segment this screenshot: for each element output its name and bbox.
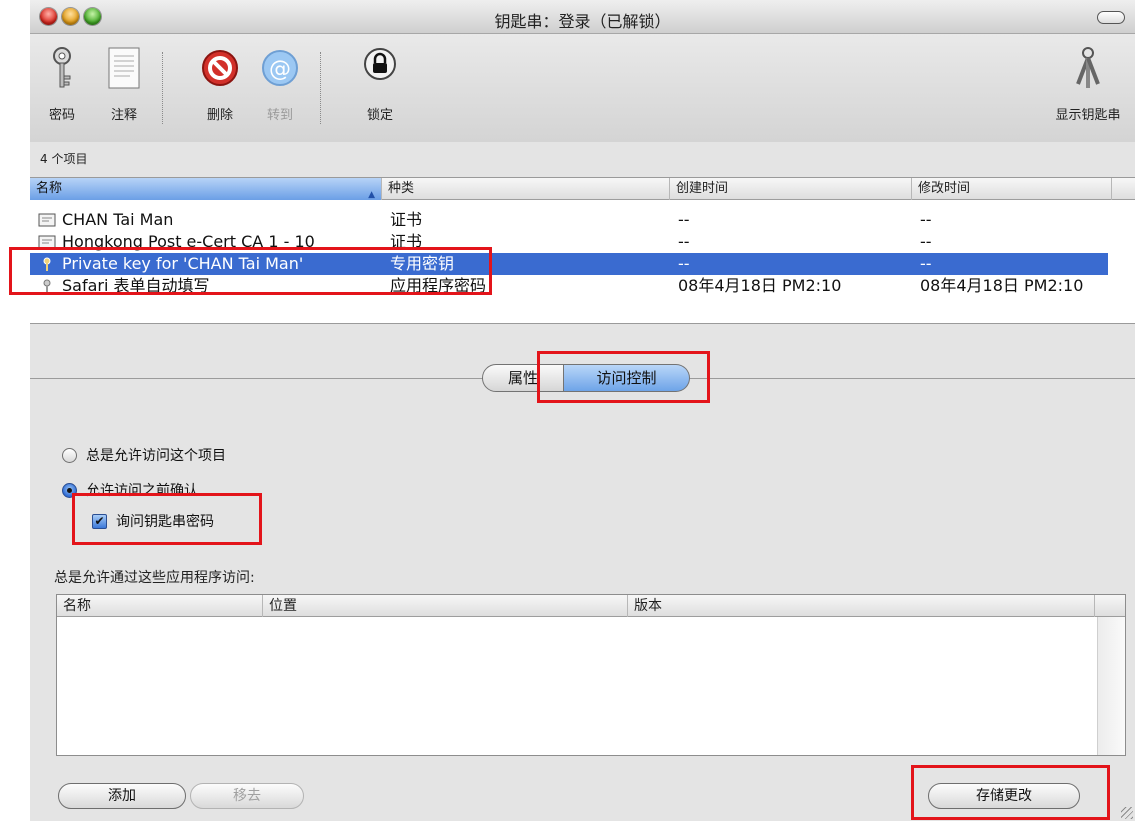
table-row[interactable]: Hongkong Post e-Cert CA 1 - 10 证书 -- --	[30, 231, 1108, 253]
item-created: --	[678, 232, 690, 251]
sort-ascending-icon: ▲	[368, 190, 375, 200]
title-bar: 钥匙串：登录（已解锁）	[30, 0, 1135, 34]
items-table: 名称 ▲ 种类 创建时间 修改时间 CHAN Tai Man 证书 -- --	[30, 177, 1135, 324]
goto-label: 转到	[266, 108, 293, 123]
lock-label: 锁定	[366, 108, 393, 123]
lock-button[interactable]: 锁定	[350, 46, 410, 123]
certificate-icon	[38, 235, 56, 249]
item-name: Hongkong Post e-Cert CA 1 - 10	[62, 232, 315, 251]
password-label: 密码	[48, 108, 75, 123]
tab-attributes[interactable]: 属性	[482, 364, 564, 392]
note-button[interactable]: 注释	[94, 46, 154, 123]
column-header-kind[interactable]: 种类	[382, 178, 670, 200]
delete-icon	[202, 50, 238, 86]
item-name: Safari 表单自动填写	[62, 276, 210, 295]
svg-text:@: @	[269, 57, 291, 82]
confirm-before-label: 允许访问之前确认	[86, 483, 198, 499]
item-created: 08年4月18日 PM2:10	[678, 276, 842, 295]
goto-button: @ 转到	[250, 46, 310, 123]
password-button[interactable]: 密码	[32, 46, 92, 123]
show-keychains-label: 显示钥匙串	[1055, 108, 1121, 123]
confirm-before-radio[interactable]	[62, 482, 77, 498]
at-icon: @	[262, 50, 298, 86]
toolbar-separator	[162, 52, 163, 124]
toolbar: 密码 注释 删除 @ 转到 锁定 显示钥匙串	[30, 34, 1135, 142]
apps-table-header: 名称 位置 版本	[57, 595, 1125, 617]
resize-grip[interactable]	[1121, 807, 1133, 819]
table-row[interactable]: Safari 表单自动填写 应用程序密码 08年4月18日 PM2:10 08年…	[30, 275, 1108, 297]
confirm-before-option[interactable]: 允许访问之前确认	[62, 480, 198, 500]
always-allow-label: 总是允许访问这个项目	[86, 448, 226, 464]
always-allow-radio[interactable]	[62, 447, 77, 463]
column-header-name[interactable]: 名称 ▲	[30, 178, 382, 200]
item-name: Private key for 'CHAN Tai Man'	[62, 254, 304, 273]
apps-column-name[interactable]: 名称	[57, 595, 263, 617]
keys-icon	[1076, 47, 1100, 88]
apps-scrollbar[interactable]	[1097, 617, 1125, 755]
items-count: 4 个项目	[40, 152, 88, 166]
always-allow-option[interactable]: 总是允许访问这个项目	[62, 445, 226, 465]
item-name: CHAN Tai Man	[62, 210, 174, 229]
column-header-modified[interactable]: 修改时间	[912, 178, 1112, 200]
show-keychains-button[interactable]: 显示钥匙串	[1046, 46, 1130, 123]
lock-icon	[364, 48, 396, 80]
remove-button: 移去	[190, 783, 304, 809]
item-kind: 证书	[390, 210, 423, 229]
ask-password-option[interactable]: ✔ 询问钥匙串密码	[92, 511, 214, 531]
item-kind: 专用密钥	[390, 254, 455, 273]
apps-column-version[interactable]: 版本	[628, 595, 1095, 617]
toolbar-toggle-button[interactable]	[1097, 11, 1125, 24]
item-modified: --	[920, 254, 932, 273]
key-icon	[43, 279, 51, 293]
add-button[interactable]: 添加	[58, 783, 186, 809]
note-icon	[108, 47, 140, 89]
item-kind: 证书	[390, 232, 423, 251]
apps-list-label: 总是允许通过这些应用程序访问:	[54, 570, 255, 586]
save-changes-button[interactable]: 存储更改	[928, 783, 1080, 809]
item-modified: 08年4月18日 PM2:10	[920, 276, 1084, 295]
ask-password-checkbox[interactable]: ✔	[92, 513, 107, 529]
delete-label: 删除	[206, 108, 233, 123]
items-table-header: 名称 ▲ 种类 创建时间 修改时间	[30, 178, 1135, 200]
key-icon	[53, 47, 71, 88]
delete-button[interactable]: 删除	[190, 46, 250, 123]
column-header-label: 名称	[36, 181, 63, 196]
tab-access-control[interactable]: 访问控制	[564, 364, 690, 392]
apps-column-location[interactable]: 位置	[263, 595, 628, 617]
apps-table: 名称 位置 版本	[56, 594, 1126, 756]
item-kind: 应用程序密码	[390, 276, 487, 295]
certificate-icon	[38, 213, 56, 227]
table-row-selected[interactable]: Private key for 'CHAN Tai Man' 专用密钥 -- -…	[30, 253, 1108, 275]
item-created: --	[678, 254, 690, 273]
key-icon	[43, 257, 51, 271]
toolbar-separator	[320, 52, 321, 124]
ask-password-label: 询问钥匙串密码	[116, 514, 214, 530]
item-modified: --	[920, 210, 932, 229]
note-label: 注释	[110, 108, 137, 123]
window-title: 钥匙串：登录（已解锁）	[494, 12, 671, 31]
tab-bar: 属性 访问控制	[482, 364, 690, 392]
table-row[interactable]: CHAN Tai Man 证书 -- --	[30, 209, 1108, 231]
item-modified: --	[920, 232, 932, 251]
column-header-created[interactable]: 创建时间	[670, 178, 912, 200]
item-created: --	[678, 210, 690, 229]
keychain-window: 钥匙串：登录（已解锁） 密码 注释 删除 @ 转到 锁定 显示钥匙串 4 个项目…	[30, 0, 1135, 821]
